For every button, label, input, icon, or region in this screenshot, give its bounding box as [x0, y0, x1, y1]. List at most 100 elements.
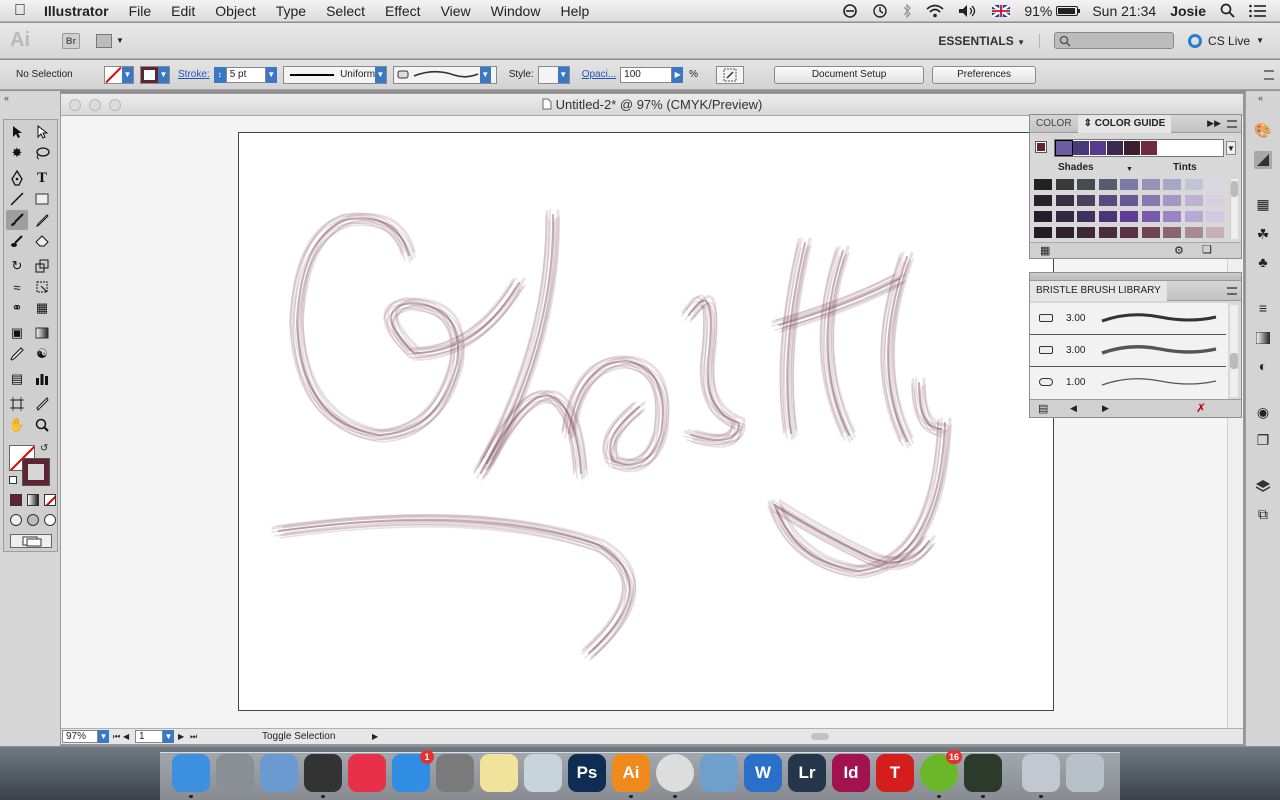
scale-tool-icon[interactable] [31, 256, 53, 276]
fill-stroke-widget[interactable]: ↺ [9, 443, 53, 489]
minimize-window-icon[interactable] [89, 99, 101, 111]
arrange-documents-button[interactable]: ▼ [96, 33, 124, 48]
lasso-tool-icon[interactable] [31, 143, 53, 163]
draw-behind-icon[interactable] [27, 514, 39, 526]
rectangle-tool-icon[interactable] [31, 189, 53, 209]
dock-app-trash[interactable] [1066, 754, 1104, 792]
color-variation-cell[interactable] [1140, 226, 1161, 239]
dock-app-itunes[interactable] [348, 754, 386, 792]
swatches-panel-icon[interactable]: ▦ [1254, 195, 1272, 213]
menu-clock[interactable]: Sun 21:34 [1085, 3, 1163, 19]
graphic-style-picker[interactable]: ▼ [537, 65, 570, 84]
variable-width-profile[interactable]: Uniform ▼ [282, 65, 387, 84]
wifi-icon[interactable] [919, 4, 951, 18]
notification-center-icon[interactable] [1242, 4, 1274, 18]
menu-app-name[interactable]: Illustrator [40, 0, 119, 22]
slice-tool-icon[interactable] [31, 394, 53, 414]
bluetooth-icon[interactable] [895, 2, 919, 19]
workspace-switcher[interactable]: ESSENTIALS ▼ [924, 33, 1041, 48]
opacity-link[interactable]: Opaci... [582, 69, 616, 80]
cs-live-menu[interactable]: CS Live ▼ [1188, 33, 1264, 48]
battery-status[interactable]: 91% [1017, 3, 1085, 19]
save-color-group-icon[interactable]: ❏ [1202, 243, 1212, 256]
next-artboard-icon[interactable]: ▶ [178, 732, 190, 741]
stroke-weight-control[interactable]: ↕ 5 pt ▼ [213, 66, 277, 83]
previous-library-icon[interactable]: ◀ [1070, 403, 1077, 414]
line-segment-tool-icon[interactable] [6, 189, 28, 209]
color-variation-cell[interactable] [1054, 194, 1075, 207]
blend-tool-icon[interactable]: ☯ [31, 344, 53, 364]
recolor-artwork-button[interactable] [716, 65, 745, 84]
brush-list-scrollbar[interactable] [1230, 305, 1238, 397]
color-variation-cell[interactable] [1033, 226, 1053, 239]
tab-color[interactable]: COLOR [1030, 115, 1078, 133]
user-name[interactable]: Josie [1163, 3, 1213, 19]
ghostly-brush-artwork[interactable] [239, 133, 1055, 712]
next-library-icon[interactable]: ▶ [1102, 403, 1109, 414]
dock-app-spotify[interactable]: 16 [920, 750, 962, 792]
color-variation-cell[interactable] [1162, 210, 1182, 223]
dock-app-photo-booth[interactable] [524, 754, 562, 792]
dock-app-dashboard[interactable] [304, 754, 342, 792]
gradient-panel-icon[interactable] [1254, 329, 1272, 347]
color-variation-cell[interactable] [1183, 226, 1204, 239]
appearance-panel-icon[interactable]: ◉ [1254, 403, 1272, 421]
brush-row[interactable]: 3.00 [1030, 335, 1226, 367]
rotate-tool-icon[interactable]: ↻ [6, 256, 28, 276]
dock-app-finder[interactable] [172, 754, 210, 792]
harmony-color-swatch[interactable] [1090, 141, 1106, 155]
chevron-down-icon[interactable]: ▼ [98, 730, 109, 743]
color-variation-cell[interactable] [1097, 178, 1118, 191]
paintbrush-tool-icon[interactable] [6, 210, 28, 230]
color-variation-cell[interactable] [1205, 178, 1225, 191]
pen-tool-icon[interactable] [6, 168, 28, 188]
none-mode-icon[interactable] [44, 494, 56, 506]
stepper-icon[interactable]: ↕ [213, 66, 226, 83]
width-tool-icon[interactable]: ≈ [6, 277, 28, 297]
eyedropper-tool-icon[interactable] [6, 344, 28, 364]
harmony-rules-strip[interactable] [1054, 139, 1224, 157]
menu-effect[interactable]: Effect [375, 0, 431, 22]
panel-menu-icon[interactable] [1227, 286, 1237, 295]
draw-inside-icon[interactable] [44, 514, 56, 526]
chevron-down-icon[interactable]: ▼ [265, 66, 277, 83]
artboard[interactable] [238, 132, 1054, 711]
input-flag-icon[interactable] [985, 4, 1017, 17]
color-variations-grid[interactable] [1033, 178, 1227, 240]
gradient-mode-icon[interactable] [27, 494, 39, 506]
magic-wand-tool-icon[interactable]: ✸ [6, 143, 28, 163]
color-variation-cell[interactable] [1205, 226, 1225, 239]
color-variation-cell[interactable] [1119, 226, 1139, 239]
color-variation-cell[interactable] [1205, 194, 1225, 207]
symbols-panel-icon[interactable]: ♣ [1254, 253, 1272, 271]
stroke-color-control[interactable]: ▼ [140, 65, 170, 84]
brush-row[interactable]: 1.00 [1030, 367, 1226, 399]
color-variation-cell[interactable] [1033, 178, 1053, 191]
brush-row[interactable]: 3.00 [1030, 303, 1226, 335]
artboard-number-field[interactable]: 1 [135, 730, 163, 743]
color-variation-cell[interactable] [1097, 226, 1118, 239]
dock-app-preview[interactable] [260, 754, 298, 792]
panel-expand-icon[interactable]: ▶▶ [1207, 118, 1221, 129]
zoom-level-field[interactable]: 97% [62, 730, 98, 743]
chevron-down-icon[interactable]: ▼ [163, 730, 174, 743]
dock-app-system-preferences[interactable] [436, 754, 474, 792]
gradient-tool-icon[interactable] [31, 323, 53, 343]
swap-fill-stroke-icon[interactable]: ↺ [40, 443, 48, 454]
dock-app-chrome[interactable] [656, 754, 694, 792]
brush-libraries-menu-icon[interactable]: ▤ [1038, 402, 1048, 415]
type-tool-icon[interactable]: T [31, 168, 53, 188]
dock-app-notes[interactable] [480, 754, 518, 792]
color-panel-icon[interactable]: 🎨 [1254, 121, 1272, 139]
dock-app-illustrator[interactable]: Ai [612, 754, 650, 792]
color-variation-cell[interactable] [1076, 210, 1096, 223]
spotlight-icon[interactable] [1213, 3, 1242, 18]
color-variation-cell[interactable] [1183, 210, 1204, 223]
screen-mode-button[interactable] [10, 534, 52, 548]
color-variation-cell[interactable] [1054, 178, 1075, 191]
artboards-panel-icon[interactable]: ⧉ [1254, 505, 1272, 523]
zoom-window-icon[interactable] [109, 99, 121, 111]
blob-brush-tool-icon[interactable] [6, 231, 28, 251]
color-variation-cell[interactable] [1119, 178, 1139, 191]
stroke-color-swatch[interactable] [22, 458, 50, 486]
